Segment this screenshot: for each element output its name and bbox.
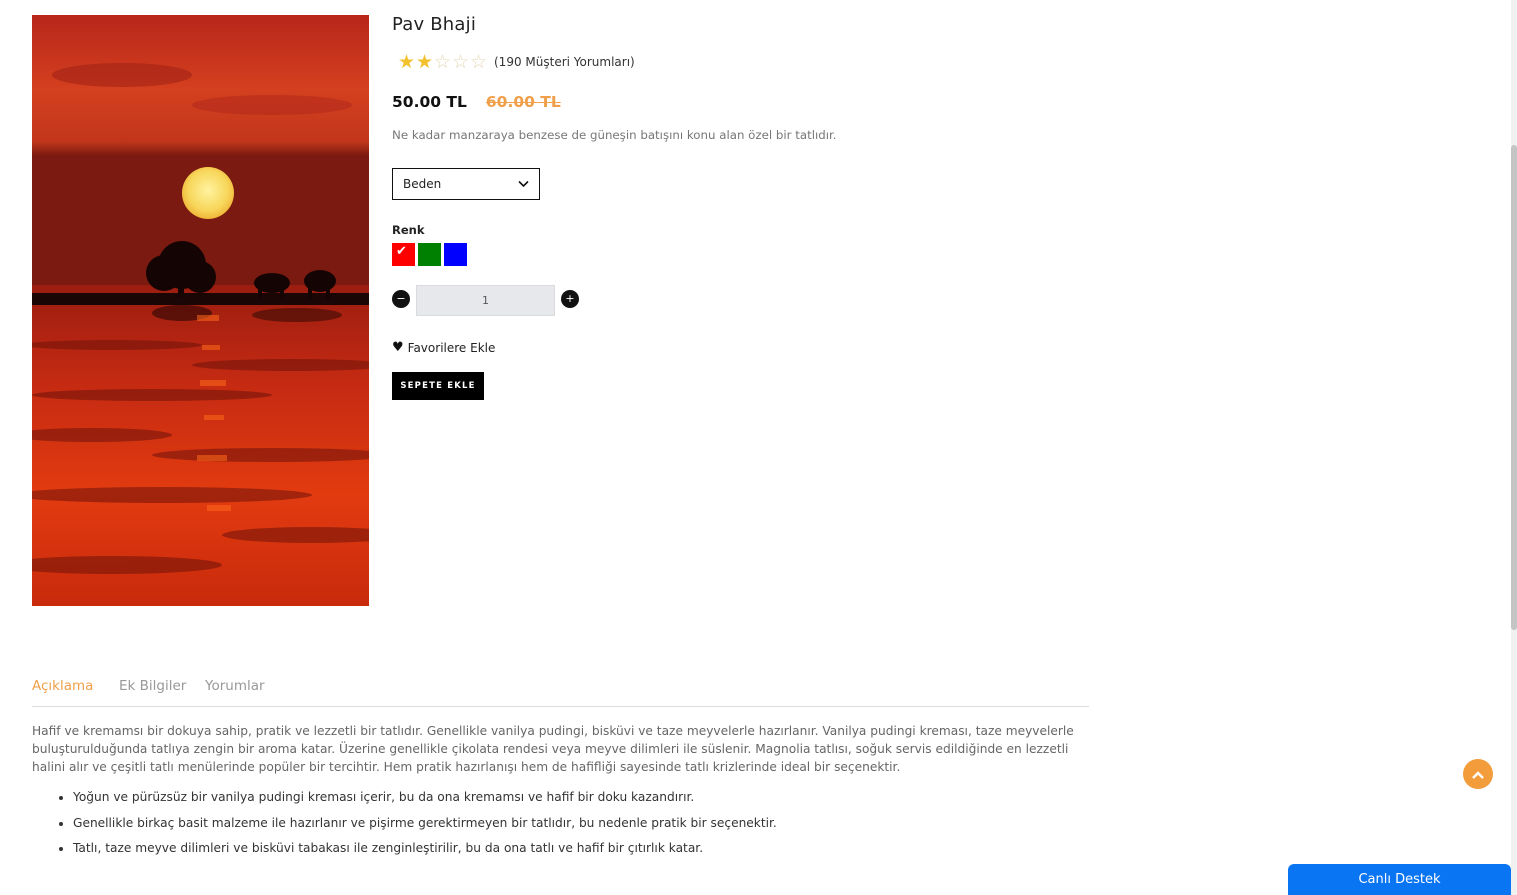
old-price: 60.00 TL xyxy=(485,93,561,111)
live-support-button[interactable]: Canlı Destek xyxy=(1288,864,1511,895)
check-icon: ✔ xyxy=(396,244,407,259)
color-swatch-blue[interactable] xyxy=(444,243,467,266)
current-price: 50.00 TL xyxy=(392,93,467,111)
product-image xyxy=(32,15,369,606)
list-item: Tatlı, taze meyve dilimleri ve bisküvi t… xyxy=(73,840,1123,856)
scrollbar[interactable] xyxy=(1511,0,1517,895)
plus-icon: + xyxy=(565,292,575,305)
list-item: Genellikle birkaç basit malzeme ile hazı… xyxy=(73,815,1123,831)
color-swatches: ✔ xyxy=(392,243,467,266)
add-to-cart-button[interactable]: SEPETE EKLE xyxy=(392,372,484,400)
heart-icon: ♥ xyxy=(392,340,404,355)
price-block: 50.00 TL 60.00 TL xyxy=(392,93,561,111)
color-swatch-green[interactable] xyxy=(418,243,441,266)
star-icon: ★ xyxy=(398,51,416,73)
quantity-minus-button[interactable]: − xyxy=(392,290,410,308)
size-select-value: Beden xyxy=(403,177,442,191)
star-outline-icon: ☆ xyxy=(434,51,452,73)
color-swatch-red[interactable]: ✔ xyxy=(392,243,415,266)
feature-list: Yoğun ve pürüzsüz bir vanilya pudingi kr… xyxy=(32,789,1123,866)
add-to-favorites-link[interactable]: ♥ Favorilere Ekle xyxy=(392,340,495,355)
size-select[interactable]: Beden xyxy=(392,168,540,200)
favorites-label: Favorilere Ekle xyxy=(407,340,496,355)
star-outline-icon: ☆ xyxy=(470,51,488,73)
quantity-plus-button[interactable]: + xyxy=(561,290,579,308)
review-count[interactable]: (190 Müşteri Yorumları) xyxy=(494,55,635,69)
product-rating: ★ ★ ☆ ☆ ☆ (190 Müşteri Yorumları) xyxy=(398,52,635,72)
product-title: Pav Bhaji xyxy=(392,14,477,35)
tab-description[interactable]: Açıklama xyxy=(32,678,93,694)
minus-icon: − xyxy=(396,292,406,305)
short-description: Ne kadar manzaraya benzese de güneşin ba… xyxy=(392,128,837,142)
product-tabs: Açıklama Ek Bilgiler Yorumlar xyxy=(32,678,1089,707)
scrollbar-thumb[interactable] xyxy=(1511,145,1517,630)
list-item: Yoğun ve pürüzsüz bir vanilya pudingi kr… xyxy=(73,789,1123,805)
product-description: Hafif ve kremamsı bir dokuya sahip, prat… xyxy=(32,724,1074,774)
quantity-input[interactable]: 1 xyxy=(416,285,555,316)
product-info: Pav Bhaji ★ ★ ☆ ☆ ☆ (190 Müşteri Yorumla… xyxy=(392,14,1072,400)
color-label: Renk xyxy=(392,223,425,237)
tab-additional-info[interactable]: Ek Bilgiler xyxy=(119,678,186,694)
star-icon: ★ xyxy=(416,51,434,73)
tab-reviews[interactable]: Yorumlar xyxy=(205,678,265,694)
chevron-down-icon xyxy=(518,177,529,191)
scroll-to-top-button[interactable] xyxy=(1463,759,1493,789)
rating-stars: ★ ★ ☆ ☆ ☆ xyxy=(398,52,488,72)
chevron-up-icon xyxy=(1471,765,1485,784)
star-outline-icon: ☆ xyxy=(452,51,470,73)
